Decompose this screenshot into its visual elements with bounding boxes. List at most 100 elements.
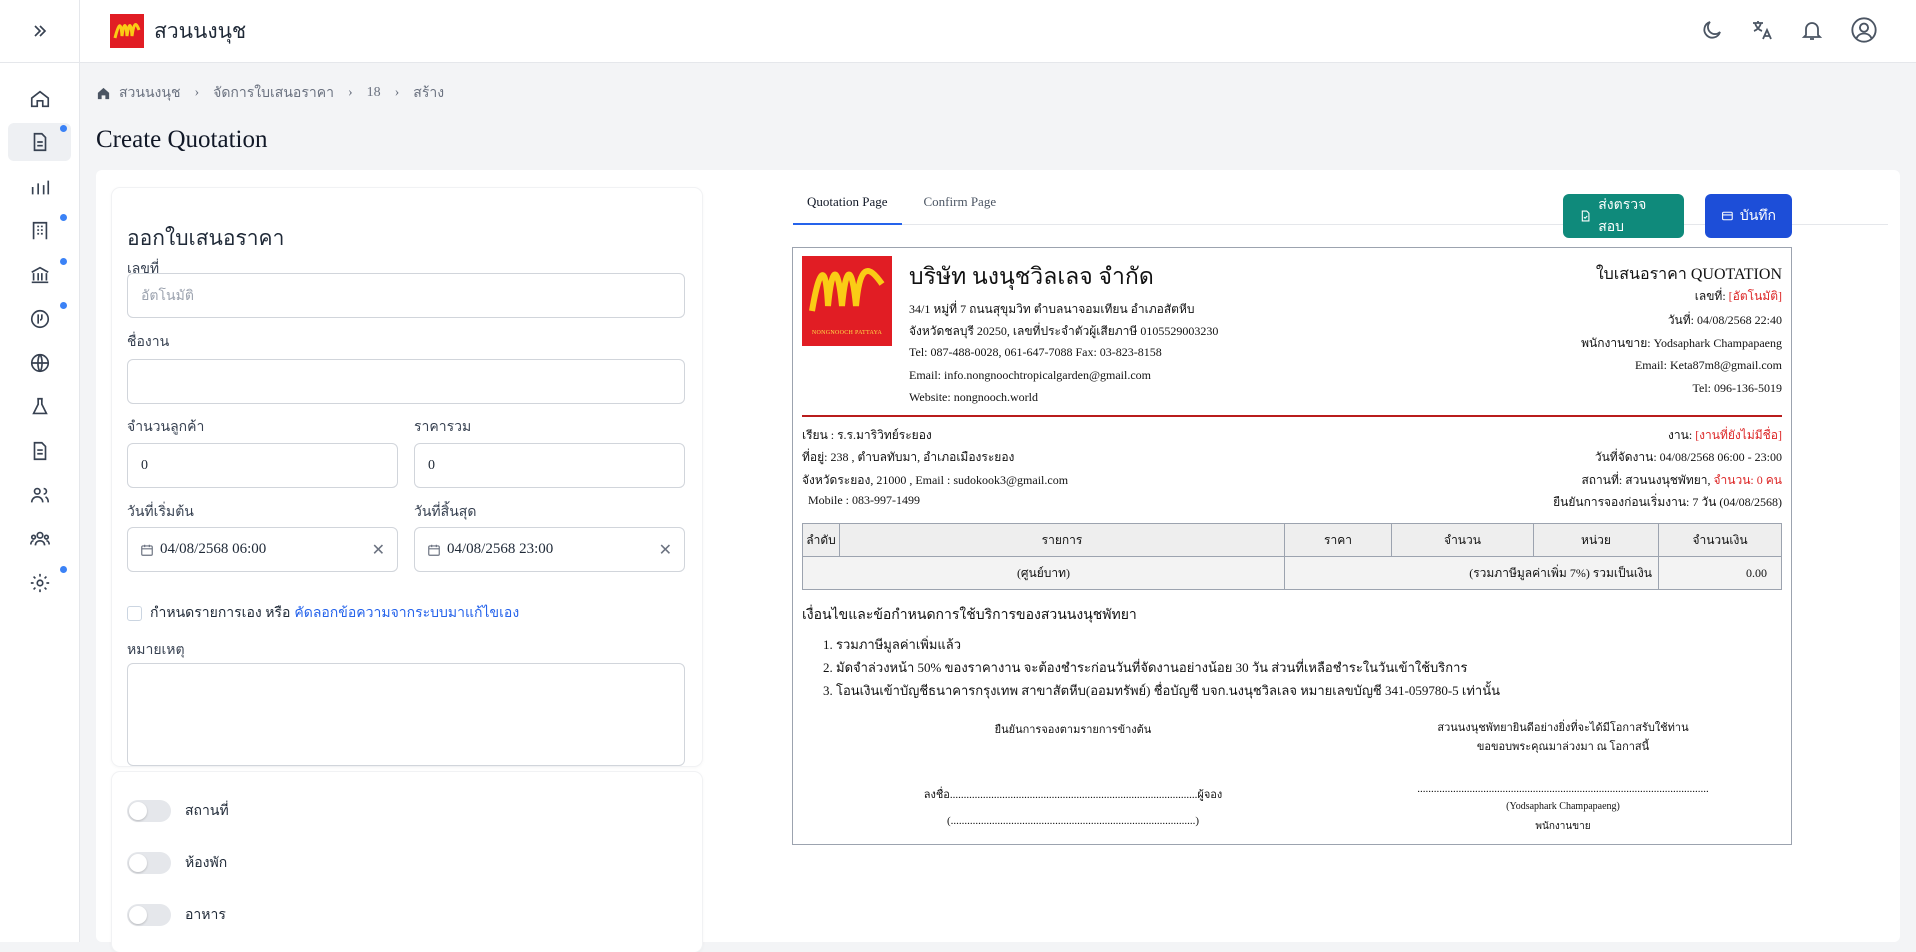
sidebar-item-settings[interactable]: [8, 564, 71, 602]
top-bar: สวนนงนุช: [80, 0, 1916, 63]
bar-chart-icon: [31, 180, 49, 195]
room-toggle[interactable]: [127, 852, 171, 874]
number-input[interactable]: อัตโนมัติ: [127, 273, 685, 318]
signature-right-line: ........................................…: [1417, 783, 1709, 795]
breadcrumb: สวนนงนุช › จัดการใบเสนอราคา › 18 › สร้าง: [96, 82, 444, 104]
customer-address-1: ที่อยู่: 238 , ตำบลทับมา, อำเภอเมืองระยอ…: [802, 450, 1015, 464]
signature-right-role: พนักงานขาย: [1535, 821, 1591, 832]
custom-items-checkbox[interactable]: [127, 605, 142, 621]
end-date-input[interactable]: 04/08/2568 23:00 ✕: [414, 527, 685, 572]
save-button[interactable]: บันทึก: [1705, 194, 1792, 238]
total-amount: 0.00: [1658, 556, 1782, 590]
total-price-input[interactable]: 0: [414, 443, 685, 488]
sidebar-item-documents[interactable]: [8, 123, 71, 161]
col-item: รายการ: [839, 523, 1285, 557]
home-icon: [97, 87, 110, 99]
quotation-form-card: ออกใบเสนอราคา เลขที่ อัตโนมัติ ชื่องาน จ…: [112, 188, 702, 766]
sidebar-toggle-button[interactable]: [0, 0, 79, 63]
col-price: ราคา: [1284, 523, 1392, 557]
sidebar-item-globe[interactable]: [8, 344, 71, 382]
user-avatar-icon[interactable]: [1850, 16, 1878, 44]
notification-dot: [60, 214, 67, 221]
job-name-input[interactable]: [127, 359, 685, 404]
end-date-label: วันที่สิ้นสุด: [414, 505, 477, 520]
header-divider: [802, 415, 1782, 417]
customer-mobile: Mobile : 083-997-1499: [808, 493, 920, 507]
venue-toggle[interactable]: [127, 800, 171, 822]
signature-left-line: ลงชื่อ..................................…: [923, 789, 1223, 801]
sidebar-item-home[interactable]: [8, 80, 71, 118]
breadcrumb-section[interactable]: จัดการใบเสนอราคา: [213, 82, 334, 104]
moon-icon[interactable]: [1700, 18, 1724, 42]
translate-icon[interactable]: [1750, 18, 1774, 42]
gear-icon: [30, 573, 49, 593]
copy-text-link[interactable]: คัดลอกข้อความจากระบบมาแก้ไขเอง: [294, 602, 519, 624]
company-logo: NONGNOOCH PATTAYA: [802, 256, 892, 346]
venue-label: สถานที่: สวนนงนุชพัทยา,: [1581, 473, 1714, 487]
table-total-row: (ศูนย์บาท) (รวมภาษีมูลค่าเพิ่ม 7%) รวมเป…: [802, 556, 1782, 590]
room-toggle-label: ห้องพัก: [185, 856, 228, 871]
globe-icon: [30, 353, 49, 373]
chevron-right-icon: ›: [347, 85, 353, 100]
send-review-label: ส่งตรวจสอบ: [1598, 198, 1647, 235]
salesperson-tel: Tel: 096-136-5019: [1692, 381, 1782, 395]
breadcrumb-home[interactable]: สวนนงนุช: [119, 82, 180, 104]
sidebar-item-bank[interactable]: [8, 256, 71, 294]
custom-items-option: กำหนดรายการเอง หรือ คัดลอกข้อความจากระบบ…: [127, 602, 519, 624]
sidebar-item-reports[interactable]: [8, 168, 71, 206]
toggle-row-venue: สถานที่: [127, 800, 229, 822]
company-name: บริษัท นงนุชวิลเลจ จำกัด: [909, 264, 1154, 289]
file-icon: [33, 441, 46, 461]
sidebar-item-users[interactable]: [8, 476, 71, 514]
sidebar: [0, 0, 80, 942]
job-label: งาน:: [1668, 428, 1696, 442]
note-textarea[interactable]: [127, 663, 685, 766]
toggle-row-room: ห้องพัก: [127, 852, 227, 874]
bell-icon[interactable]: [1800, 18, 1824, 42]
sidebar-item-buildings[interactable]: [8, 212, 71, 250]
quotation-date: วันที่: 04/08/2568 22:40: [1667, 313, 1782, 327]
venue-toggle-label: สถานที่: [185, 804, 229, 819]
customers-input[interactable]: 0: [127, 443, 398, 488]
tab-quotation-page[interactable]: Quotation Page: [793, 188, 902, 225]
conditions-title: เงื่อนไขและข้อกำหนดการใช้บริการของสวนนงน…: [802, 608, 1137, 623]
clear-icon[interactable]: ✕: [372, 540, 385, 560]
end-date-value: 04/08/2568 23:00: [447, 541, 554, 557]
brand-name: สวนนงนุช: [154, 18, 247, 43]
breadcrumb-action: สร้าง: [413, 86, 445, 101]
team-icon: [29, 531, 50, 546]
document-icon: [33, 132, 46, 152]
form-title: ออกใบเสนอราคา: [127, 226, 285, 250]
tab-confirm-page[interactable]: Confirm Page: [910, 188, 1011, 225]
start-date-input[interactable]: 04/08/2568 06:00 ✕: [127, 527, 398, 572]
job-value: [งานที่ยังไม่มีชื่อ]: [1695, 428, 1782, 442]
condition-item: 3. โอนเงินเข้าบัญชีธนาคารกรุงเทพ สาขาสัต…: [823, 683, 1500, 698]
total-price-label: ราคารวม: [414, 420, 472, 435]
custom-items-label: กำหนดรายการเอง หรือ: [150, 606, 291, 621]
chevron-right-icon: ›: [194, 85, 200, 100]
sidebar-item-lab[interactable]: [8, 388, 71, 426]
send-review-button[interactable]: ส่งตรวจสอบ: [1563, 194, 1684, 238]
signature-left-title: ยืนยันการจองตามรายการข้างต้น: [994, 724, 1152, 736]
sidebar-item-groups[interactable]: [8, 520, 71, 558]
food-toggle[interactable]: [127, 904, 171, 926]
content-panel: ออกใบเสนอราคา เลขที่ อัตโนมัติ ชื่องาน จ…: [96, 170, 1900, 952]
sidebar-item-food[interactable]: [8, 300, 71, 338]
signature-left-paren: (.......................................…: [946, 815, 1200, 827]
notification-dot: [60, 258, 67, 265]
file-check-icon: [1581, 210, 1590, 222]
brand[interactable]: สวนนงนุช: [110, 14, 246, 48]
amount-in-words: (ศูนย์บาท): [802, 556, 1285, 590]
quotation-number-value: [อัตโนมัติ]: [1728, 289, 1782, 303]
sidebar-item-files[interactable]: [8, 432, 71, 470]
company-tel: Tel: 087-488-0028, 061-647-7088 Fax: 03-…: [909, 345, 1162, 359]
food-toggle-label: อาหาร: [185, 908, 226, 923]
bank-icon: [30, 266, 49, 284]
col-qty: จำนวน: [1391, 523, 1534, 557]
brand-logo: [110, 14, 144, 48]
total-label: (รวมภาษีมูลค่าเพิ่ม 7%) รวมเป็นเงิน: [1284, 556, 1659, 590]
condition-item: 2. มัดจำล่วงหน้า 50% ของราคางาน จะต้องชำ…: [823, 660, 1468, 675]
calendar-icon: [141, 544, 153, 556]
clear-icon[interactable]: ✕: [659, 540, 672, 560]
breadcrumb-id[interactable]: 18: [367, 85, 381, 101]
